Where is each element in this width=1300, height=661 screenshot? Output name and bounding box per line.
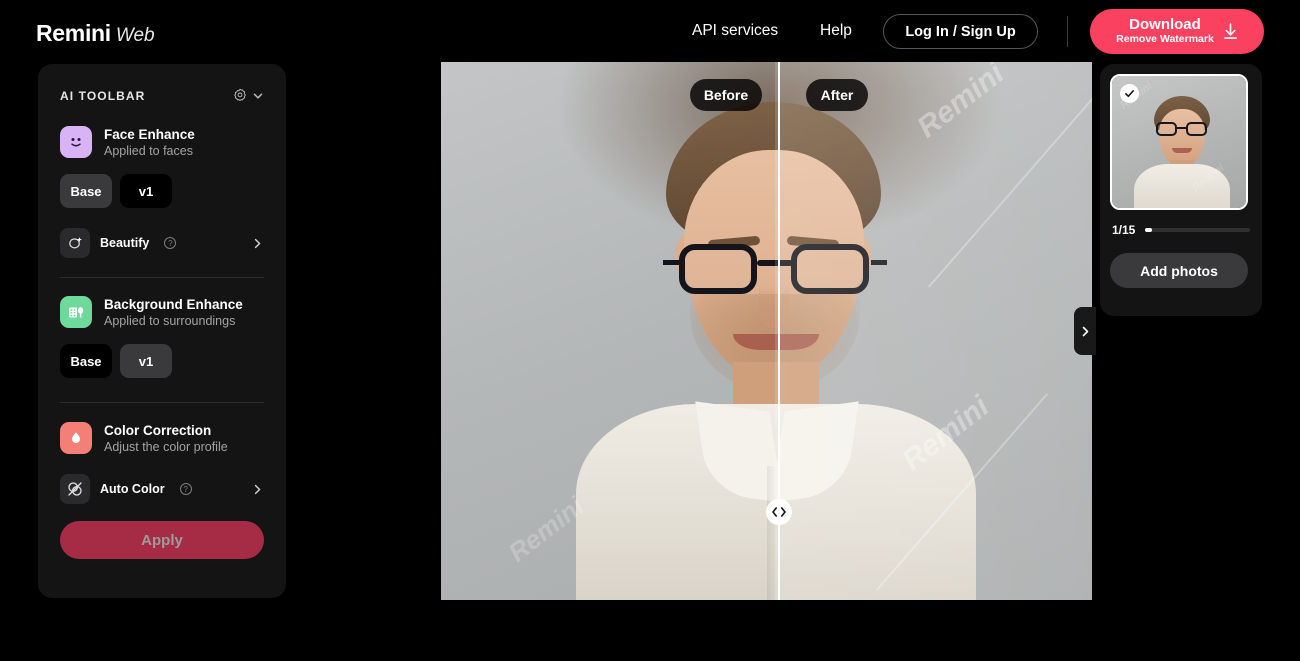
app-footer: Width:800px Height:800px 100% xyxy=(0,600,1300,661)
ai-toolbar-title: AI TOOLBAR xyxy=(60,89,146,103)
beautify-sparkle-icon xyxy=(60,228,90,258)
background-enhance-text: Background Enhance Applied to surroundin… xyxy=(104,297,243,328)
photo-progress: 1/15 xyxy=(1110,223,1252,237)
photo-lens-left xyxy=(679,244,757,294)
beautify-row[interactable]: Beautify ? xyxy=(60,228,264,258)
photo-thumbnail[interactable]: Remini Remini xyxy=(1110,74,1248,210)
ai-toolbar-header: AI TOOLBAR xyxy=(60,88,264,104)
face-enhance-text: Face Enhance Applied to faces xyxy=(104,127,195,158)
buildings-icon xyxy=(60,296,92,328)
portrait-photo: Remini Remini Remini xyxy=(441,62,1092,600)
header-divider xyxy=(1067,16,1068,47)
check-icon xyxy=(1120,84,1139,103)
chevron-right-icon xyxy=(254,238,261,248)
panel-collapse-tab[interactable] xyxy=(1074,307,1096,355)
photo-progress-track[interactable] xyxy=(1145,228,1250,232)
brand-name: Remini xyxy=(36,20,111,46)
face-enhance-desc: Applied to faces xyxy=(104,143,193,158)
chevron-right-icon xyxy=(1082,326,1088,336)
photo-progress-label: 1/15 xyxy=(1112,223,1136,237)
brand-logo[interactable]: Remini Web xyxy=(36,20,155,47)
photo-progress-fill xyxy=(1145,228,1153,232)
auto-color-icon xyxy=(60,474,90,504)
split-handle-icon xyxy=(772,507,786,517)
photo-glasses-temple-left xyxy=(663,260,679,265)
face-enhance-title: Face Enhance xyxy=(104,126,195,142)
tool-background-enhance[interactable]: Background Enhance Applied to surroundin… xyxy=(60,296,264,328)
background-enhance-desc: Applied to surroundings xyxy=(104,313,236,328)
download-button-text: Download Remove Watermark xyxy=(1116,16,1214,46)
add-photos-button[interactable]: Add photos xyxy=(1110,253,1248,288)
apply-button[interactable]: Apply xyxy=(60,521,264,559)
thumb-glasses xyxy=(1155,122,1209,137)
tool-face-enhance[interactable]: Face Enhance Applied to faces xyxy=(60,126,264,158)
brand-suffix: Web xyxy=(115,25,155,46)
divider-1 xyxy=(60,277,264,278)
info-icon[interactable]: ? xyxy=(179,483,192,495)
beautify-label: Beautify xyxy=(100,236,150,250)
login-signup-button[interactable]: Log In / Sign Up xyxy=(883,14,1038,49)
ai-toolbar-panel: AI TOOLBAR Face Enhance Applied to faces… xyxy=(38,64,286,598)
download-subtitle: Remove Watermark xyxy=(1116,33,1214,46)
divider-2 xyxy=(60,402,264,403)
background-enhance-base-option[interactable]: Base xyxy=(60,344,112,378)
chevron-down-icon xyxy=(253,93,263,99)
before-label-pill[interactable]: Before xyxy=(690,79,762,111)
ai-toolbar-settings[interactable] xyxy=(232,88,264,104)
thumb-lens-right xyxy=(1186,122,1207,136)
gear-icon xyxy=(234,88,246,101)
after-label-pill[interactable]: After xyxy=(806,79,868,111)
download-title: Download xyxy=(1129,16,1201,34)
info-icon[interactable]: ? xyxy=(164,237,177,249)
auto-color-row[interactable]: Auto Color ? xyxy=(60,474,264,504)
thumb-lens-left xyxy=(1156,122,1177,136)
color-correction-desc: Adjust the color profile xyxy=(104,439,228,454)
background-enhance-model-toggle: Base v1 xyxy=(60,344,264,378)
face-enhance-v1-option[interactable]: v1 xyxy=(120,174,172,208)
color-correction-title: Color Correction xyxy=(104,422,212,438)
background-enhance-v1-option[interactable]: v1 xyxy=(120,344,172,378)
image-compare-canvas[interactable]: Remini Remini Remini Before After xyxy=(441,62,1092,600)
face-enhance-model-toggle: Base v1 xyxy=(60,174,264,208)
nav-api-services[interactable]: API services xyxy=(692,22,778,40)
after-side-overlay xyxy=(775,62,1092,600)
thumb-glasses-bridge xyxy=(1177,127,1187,129)
tool-color-correction[interactable]: Color Correction Adjust the color profil… xyxy=(60,422,264,454)
droplet-icon xyxy=(60,422,92,454)
nav-help[interactable]: Help xyxy=(820,22,852,40)
app-header: Remini Web API services Help Log In / Sig… xyxy=(0,0,1300,62)
face-smiley-icon xyxy=(60,126,92,158)
face-enhance-base-option[interactable]: Base xyxy=(60,174,112,208)
download-arrow-icon xyxy=(1223,23,1237,39)
chevron-right-icon xyxy=(254,484,261,494)
color-correction-text: Color Correction Adjust the color profil… xyxy=(104,423,228,454)
auto-color-label: Auto Color xyxy=(100,482,165,496)
background-enhance-title: Background Enhance xyxy=(104,296,243,312)
photo-list-panel: Remini Remini 1/15 Add photos xyxy=(1100,64,1262,316)
compare-split-handle[interactable] xyxy=(766,499,792,525)
thumb-mouth xyxy=(1172,148,1192,153)
download-button[interactable]: Download Remove Watermark xyxy=(1090,9,1264,54)
after-tone-layer xyxy=(775,62,1092,600)
remini-web-app: Remini Web API services Help Log In / Sig… xyxy=(0,0,1300,661)
